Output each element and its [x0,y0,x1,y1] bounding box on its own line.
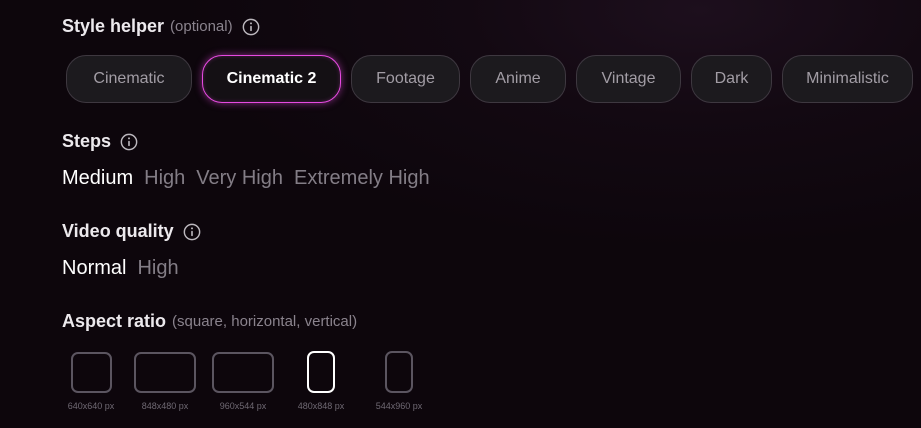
aspect-ratio-caption: 640x640 px [67,401,115,411]
aspect-ratio-title: Aspect ratio [62,311,167,331]
aspect-ratio-caption: 544x960 px [375,401,423,411]
info-icon[interactable] [120,133,138,151]
style-chip-cinematic-2[interactable]: Cinematic 2 [202,55,341,103]
aspect-ratio-caption: 960x544 px [219,401,267,411]
steps-option-very-high[interactable]: Very High [196,167,283,190]
info-icon[interactable] [242,18,260,36]
video-quality-title: Video quality [62,221,174,241]
aspect-ratio-caption: 480x848 px [297,401,345,411]
style-helper-hint: (optional) [170,18,233,35]
style-chip-anime[interactable]: Anime [470,55,566,103]
steps-option-medium[interactable]: Medium [62,167,133,190]
steps-option-high[interactable]: High [144,167,185,190]
steps-options: Medium High Very High Extremely High [62,167,430,190]
vertical-ratio-icon [307,351,335,393]
aspect-ratio-544x960[interactable]: 544x960 px [364,350,434,411]
aspect-ratio-960x544[interactable]: 960x544 px [208,350,278,411]
square-ratio-icon [70,351,112,393]
style-chip-group: Cinematic Cinematic 2 Footage Anime Vint… [66,55,913,103]
style-helper-heading: Style helper (optional) [62,16,260,37]
style-helper-title: Style helper [62,16,165,36]
style-chip-vintage[interactable]: Vintage [576,55,681,103]
video-quality-heading: Video quality [62,221,201,242]
info-icon[interactable] [183,223,201,241]
video-quality-option-high[interactable]: High [137,257,178,280]
steps-heading: Steps [62,131,138,152]
style-chip-minimalistic[interactable]: Minimalistic [782,55,913,103]
steps-option-extremely-high[interactable]: Extremely High [294,167,430,190]
aspect-ratio-options: 640x640 px 848x480 px 960x544 px 480x848… [60,350,442,411]
aspect-ratio-heading: Aspect ratio (square, horizontal, vertic… [62,311,357,332]
video-quality-option-normal[interactable]: Normal [62,257,126,280]
video-quality-options: Normal High [62,257,179,280]
vertical-ratio-icon [385,351,413,393]
aspect-ratio-640x640[interactable]: 640x640 px [60,350,122,411]
style-chip-cinematic[interactable]: Cinematic [66,55,192,103]
steps-title: Steps [62,131,112,151]
aspect-ratio-848x480[interactable]: 848x480 px [130,350,200,411]
aspect-ratio-hint: (square, horizontal, vertical) [172,313,358,330]
horizontal-ratio-icon [134,351,196,393]
aspect-ratio-480x848[interactable]: 480x848 px [286,350,356,411]
style-chip-footage[interactable]: Footage [351,55,460,103]
style-chip-dark[interactable]: Dark [691,55,772,103]
aspect-ratio-caption: 848x480 px [141,401,189,411]
horizontal-ratio-icon [212,351,274,393]
